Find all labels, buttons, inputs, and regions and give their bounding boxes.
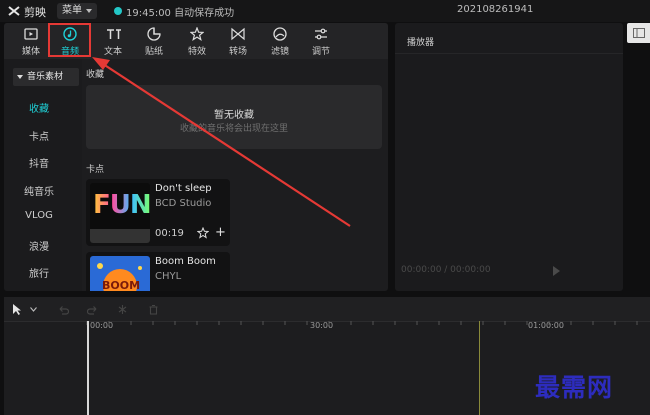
effects-icon: [190, 27, 204, 41]
track-title: Boom Boom: [155, 256, 216, 267]
album-thumbnail: FUN: [90, 183, 150, 243]
split-icon[interactable]: [117, 304, 128, 315]
tab-label: 滤镜: [270, 47, 289, 57]
album-thumbnail: BOOM: [90, 256, 150, 291]
tab-label: 媒体: [21, 47, 40, 57]
chevron-down-icon: [17, 75, 23, 79]
playhead[interactable]: [87, 321, 89, 415]
player-title: 播放器: [407, 38, 435, 48]
music-card[interactable]: BOOM Boom Boom CHYL: [86, 252, 230, 291]
project-name: 202108261941: [457, 4, 534, 15]
menu-label: 菜单: [62, 5, 82, 16]
sticker-icon: [147, 27, 161, 41]
beats-title: 卡点: [86, 165, 105, 175]
tab-label: 贴纸: [144, 47, 163, 57]
tab-transition[interactable]: 转场: [217, 23, 259, 59]
tab-text[interactable]: 文本: [92, 23, 134, 59]
filter-icon: [273, 27, 287, 41]
favorites-empty-title: 暂无收藏: [214, 110, 254, 121]
sidebar-item-favorites[interactable]: 收藏: [4, 100, 74, 115]
highlight-box: [48, 23, 91, 57]
sidebar-item-travel[interactable]: 旅行: [4, 265, 74, 280]
menu-button[interactable]: 菜单: [57, 3, 97, 19]
chevron-down-icon[interactable]: [30, 307, 37, 312]
tab-label: 调节: [311, 47, 330, 57]
tab-adjust[interactable]: 调节: [300, 23, 342, 59]
track-duration: 00:19: [155, 228, 184, 239]
album-art-text: BOOM: [102, 279, 141, 291]
track-title: Don't sleep: [155, 183, 212, 194]
track-artist: BCD Studio: [155, 198, 212, 209]
favorites-empty-subtitle: 收藏的音乐将会出现在这里: [179, 124, 288, 134]
title-bar: [0, 0, 650, 22]
timeline-marker: [479, 321, 480, 415]
undo-icon[interactable]: [58, 304, 69, 315]
save-status-icon: [114, 7, 122, 15]
player-panel: [395, 23, 623, 291]
select-cursor-icon[interactable]: [11, 303, 25, 316]
app-name: 剪映: [24, 6, 46, 19]
tab-effects[interactable]: 特效: [176, 23, 218, 59]
sidebar-item-douyin[interactable]: 抖音: [4, 155, 74, 170]
save-status: 19:45:00 自动保存成功: [126, 8, 235, 19]
tab-media[interactable]: 媒体: [10, 23, 52, 59]
sidebar-item-vlog[interactable]: VLOG: [4, 210, 74, 221]
app-logo-icon: [8, 6, 20, 16]
chevron-down-icon: [86, 9, 92, 13]
favorites-title: 收藏: [86, 70, 105, 80]
sidebar-item-romance[interactable]: 浪漫: [4, 238, 74, 253]
track-artist: CHYL: [155, 271, 182, 282]
media-panel: 媒体 音频 文本 贴纸 特效 转场 滤镜 调节 音乐素材 收藏 卡点 抖音 纯音…: [4, 23, 388, 291]
timeline-toolbar: [4, 297, 650, 322]
sidebar-item-pure-music[interactable]: 纯音乐: [4, 183, 74, 198]
play-icon[interactable]: [553, 266, 560, 276]
tab-sticker[interactable]: 贴纸: [133, 23, 175, 59]
tab-label: 特效: [187, 47, 206, 57]
panel-icon: [633, 28, 645, 38]
sidebar-item-beats[interactable]: 卡点: [4, 128, 74, 143]
tab-label: 转场: [228, 47, 247, 57]
tab-filter[interactable]: 滤镜: [259, 23, 301, 59]
player-time: 00:00:00 / 00:00:00: [401, 265, 491, 275]
text-icon: [107, 29, 121, 39]
delete-icon[interactable]: [148, 304, 159, 315]
album-art-text: FUN: [93, 190, 150, 220]
adjust-icon: [315, 28, 327, 40]
redo-icon[interactable]: [87, 304, 98, 315]
watermark: 最需网: [535, 373, 614, 402]
music-sidebar: [4, 59, 82, 291]
timeline-ruler: [86, 321, 638, 325]
transition-icon: [231, 27, 245, 41]
music-card[interactable]: FUN Don't sleep BCD Studio 00:19 +: [86, 179, 230, 246]
add-icon[interactable]: +: [215, 226, 226, 239]
media-icon: [24, 28, 38, 40]
tab-label: 文本: [103, 47, 122, 57]
star-icon[interactable]: [197, 227, 209, 239]
